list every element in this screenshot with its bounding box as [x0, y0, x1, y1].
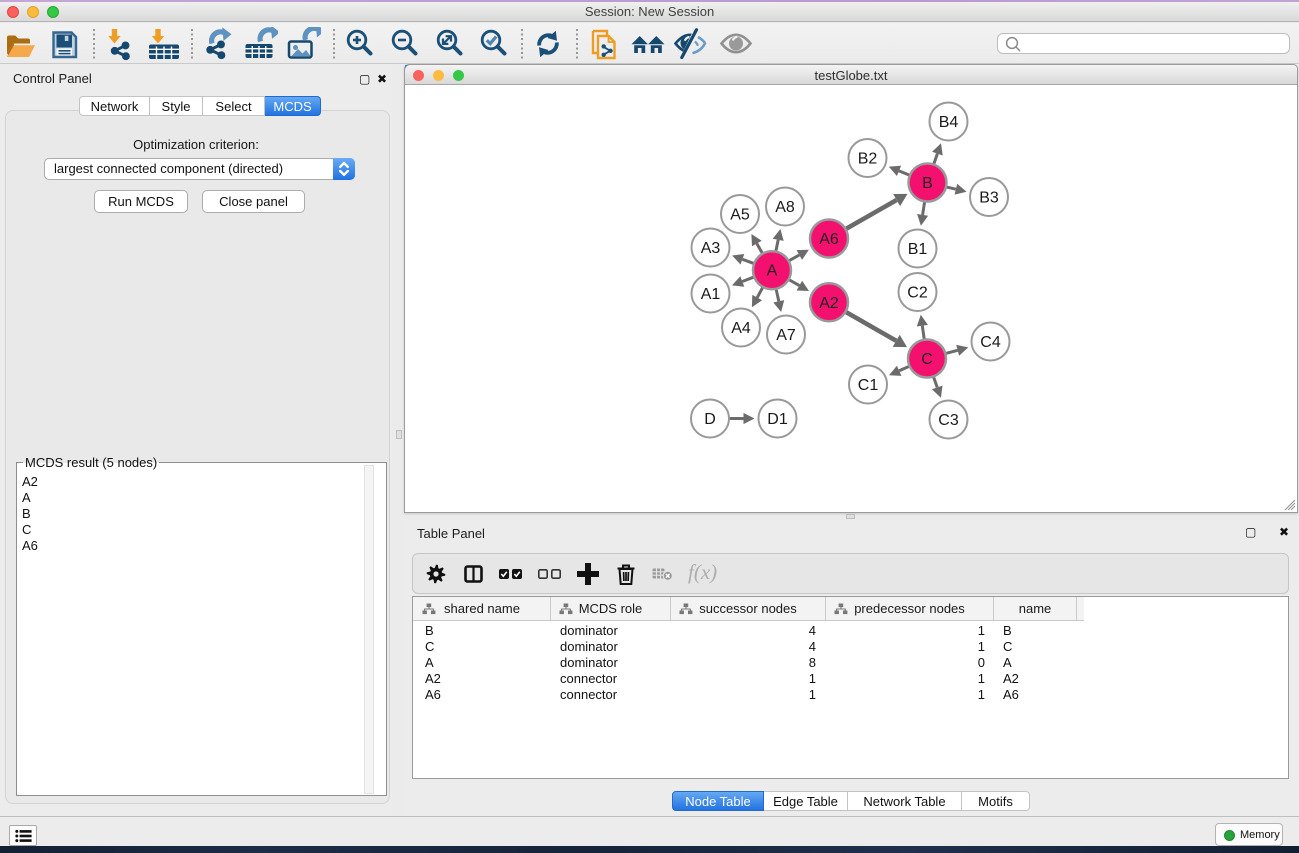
- svg-text:D: D: [704, 411, 716, 428]
- svg-text:B1: B1: [908, 241, 928, 258]
- svg-text:D1: D1: [767, 411, 788, 428]
- svg-text:C2: C2: [907, 285, 928, 302]
- svg-text:A3: A3: [701, 240, 721, 257]
- svg-text:A8: A8: [775, 199, 795, 216]
- svg-text:A7: A7: [776, 327, 796, 344]
- svg-text:A5: A5: [730, 207, 750, 224]
- svg-text:B2: B2: [858, 151, 878, 168]
- svg-text:C4: C4: [980, 334, 1001, 351]
- svg-text:A4: A4: [731, 320, 751, 337]
- svg-text:A1: A1: [701, 286, 721, 303]
- svg-text:B: B: [922, 175, 933, 192]
- svg-text:C1: C1: [858, 377, 879, 394]
- svg-text:B4: B4: [939, 114, 959, 131]
- svg-text:B3: B3: [979, 190, 999, 207]
- svg-text:C: C: [921, 351, 933, 368]
- svg-text:A2: A2: [819, 295, 839, 312]
- svg-text:C3: C3: [938, 412, 959, 429]
- svg-text:A: A: [767, 263, 778, 280]
- svg-text:A6: A6: [819, 231, 839, 248]
